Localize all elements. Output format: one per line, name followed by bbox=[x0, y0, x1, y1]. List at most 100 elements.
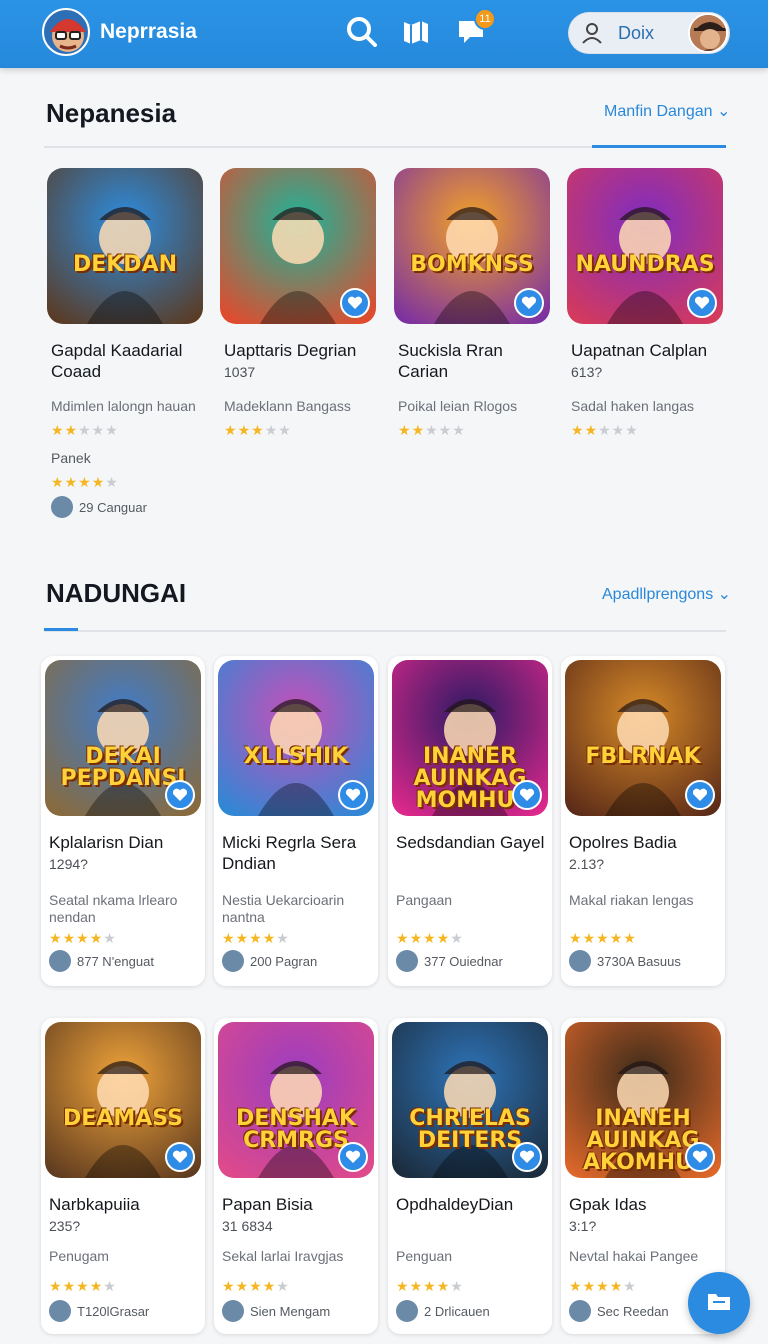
star-rating: ★★★★★ bbox=[396, 930, 464, 946]
game-description: Nestia Uekarcioarin nantna bbox=[222, 892, 345, 925]
star-rating: ★★★★★ bbox=[49, 930, 117, 946]
game-art-title: DEKDAN bbox=[72, 252, 178, 277]
game-card[interactable]: FBLRNAK Opolres Badia 2.13? Makal riakan le… bbox=[561, 656, 725, 986]
game-card[interactable]: CHRIELAS DEITERS OpdhaldeyDian Penguan ★★★★… bbox=[388, 1018, 552, 1334]
user-icon bbox=[580, 21, 604, 50]
game-thumbnail[interactable]: DENSHAK CRMRGS bbox=[218, 1022, 374, 1178]
game-thumbnail[interactable]: BOMKNSS bbox=[394, 168, 550, 324]
footer-text: 2 Drlicauen bbox=[424, 1303, 490, 1319]
footer-text: 377 Ouiednar bbox=[424, 953, 503, 969]
user-menu[interactable]: Doix bbox=[568, 12, 730, 54]
footer-text: Sien Mengam bbox=[250, 1303, 331, 1319]
section-tab-indicator bbox=[44, 628, 78, 631]
game-description: Madeklann Bangass bbox=[224, 398, 351, 414]
game-title: Opolres Badia bbox=[569, 833, 677, 852]
map-icon[interactable] bbox=[398, 14, 434, 50]
star-rating: ★★★★★ bbox=[51, 422, 119, 438]
app-logo[interactable] bbox=[42, 8, 90, 56]
folder-fab-button[interactable] bbox=[688, 1272, 750, 1334]
author-avatar bbox=[51, 496, 73, 518]
author-avatar bbox=[222, 1300, 244, 1322]
favorite-heart-icon[interactable] bbox=[512, 780, 542, 810]
game-count: 31 6834 bbox=[222, 1218, 273, 1234]
game-count: 3:1? bbox=[569, 1218, 597, 1234]
game-count: 235? bbox=[49, 1218, 81, 1234]
card-footer: 3730A Basuus bbox=[569, 950, 681, 972]
game-title: Gapdal Kaadarial Coaad bbox=[51, 341, 183, 381]
author-avatar bbox=[396, 950, 418, 972]
game-thumbnail[interactable]: DEAMASS bbox=[45, 1022, 201, 1178]
author-avatar bbox=[222, 950, 244, 972]
star-rating: ★★★★★ bbox=[51, 474, 119, 490]
chat-icon[interactable]: 11 bbox=[454, 8, 496, 50]
game-description: Makal riakan lengas bbox=[569, 892, 694, 908]
game-thumbnail[interactable]: CHRIELAS DEITERS bbox=[392, 1022, 548, 1178]
game-thumbnail[interactable]: DEKAI PEPDANSI bbox=[45, 660, 201, 816]
section-filter-link[interactable]: Apadllprengons ⌄ bbox=[602, 584, 731, 604]
game-description: Seatal nkama lrlearo nendan bbox=[49, 892, 178, 925]
game-card[interactable]: DEAMASS Narbkapuiia 235? Penugam ★★★★★ T120lG… bbox=[41, 1018, 205, 1334]
game-card[interactable]: DEKAI PEPDANSI Kplalarisn Dian 1294? Seatal… bbox=[41, 656, 205, 986]
game-thumbnail[interactable]: FBLRNAK bbox=[565, 660, 721, 816]
search-icon[interactable] bbox=[344, 14, 380, 50]
game-title: Uapatnan Calplan bbox=[571, 341, 708, 360]
favorite-heart-icon[interactable] bbox=[512, 1142, 542, 1172]
game-thumbnail[interactable]: INANEH AUINKAG AKOMHU! bbox=[565, 1022, 721, 1178]
game-card[interactable]: INANER AUINKAG MOMHU! Sedsdandian Gayel Pa… bbox=[388, 656, 552, 986]
favorite-heart-icon[interactable] bbox=[340, 288, 370, 318]
author-avatar bbox=[49, 950, 71, 972]
game-thumbnail[interactable]: INANER AUINKAG MOMHU! bbox=[392, 660, 548, 816]
game-art bbox=[87, 207, 163, 324]
favorite-heart-icon[interactable] bbox=[338, 780, 368, 810]
section-filter-link[interactable]: Manfin Dangan ⌄ bbox=[604, 101, 730, 121]
footer-text: T120lGrasar bbox=[77, 1303, 150, 1319]
game-title: Sedsdandian Gayel bbox=[396, 833, 545, 852]
notification-badge: 11 bbox=[474, 8, 496, 30]
footer-text: 29 Canguar bbox=[79, 499, 147, 515]
star-rating: ★★★★★ bbox=[224, 422, 292, 438]
game-title: Papan Bisia bbox=[222, 1195, 313, 1214]
app-title: Neprrasia bbox=[100, 20, 197, 43]
game-title: Uapttaris Degrian bbox=[224, 341, 357, 360]
card-footer: 2 Drlicauen bbox=[396, 1300, 490, 1322]
favorite-heart-icon[interactable] bbox=[165, 1142, 195, 1172]
card-footer: Sien Mengam bbox=[222, 1300, 330, 1322]
game-card[interactable]: XLLSHIK Micki Regrla Sera Dndian Nestia Ue… bbox=[214, 656, 378, 986]
game-thumbnail[interactable]: XLLSHIK bbox=[218, 660, 374, 816]
user-avatar[interactable] bbox=[688, 13, 728, 53]
footer-text: Sec Reedan bbox=[597, 1303, 669, 1319]
card-footer: T120lGrasar bbox=[49, 1300, 149, 1322]
author-avatar bbox=[49, 1300, 71, 1322]
footer-text: 877 N'enguat bbox=[77, 953, 154, 969]
favorite-heart-icon[interactable] bbox=[685, 1142, 715, 1172]
game-card[interactable]: NAUNDRAS Uapatnan Calplan 613? Sadal haken … bbox=[563, 164, 727, 524]
card-footer: 877 N'enguat bbox=[49, 950, 154, 972]
favorite-heart-icon[interactable] bbox=[687, 288, 717, 318]
favorite-heart-icon[interactable] bbox=[685, 780, 715, 810]
game-count: 2.13? bbox=[569, 856, 605, 872]
game-thumbnail[interactable] bbox=[220, 168, 376, 324]
star-rating: ★★★★★ bbox=[396, 1278, 464, 1294]
game-card[interactable]: Uapttaris Degrian 1037 Madeklann Bangass ★★… bbox=[216, 164, 380, 524]
game-thumbnail[interactable]: NAUNDRAS bbox=[567, 168, 723, 324]
divider bbox=[44, 630, 726, 632]
favorite-heart-icon[interactable] bbox=[165, 780, 195, 810]
game-count: 613? bbox=[571, 364, 603, 380]
game-art-title: FBLRNAK bbox=[585, 744, 701, 769]
game-card[interactable]: BOMKNSS Suckisla Rran Carian Poikal leian … bbox=[390, 164, 554, 524]
star-rating: ★★★★★ bbox=[569, 930, 637, 946]
footer-text: 3730A Basuus bbox=[597, 953, 681, 969]
game-thumbnail[interactable]: DEKDAN bbox=[47, 168, 203, 324]
game-art-title: BOMKNSS bbox=[410, 252, 534, 277]
section-title: Nepanesia bbox=[46, 98, 177, 128]
star-rating: ★★★★★ bbox=[398, 422, 466, 438]
footer-text: 200 Pagran bbox=[250, 953, 318, 969]
star-rating: ★★★★★ bbox=[569, 1278, 637, 1294]
favorite-heart-icon[interactable] bbox=[338, 1142, 368, 1172]
game-card[interactable]: DEKDAN Gapdal Kaadarial Coaad Mdimlen lalo… bbox=[43, 164, 207, 524]
favorite-heart-icon[interactable] bbox=[514, 288, 544, 318]
game-description: Penguan bbox=[396, 1248, 453, 1264]
game-description: Pangaan bbox=[396, 892, 453, 908]
game-title: Suckisla Rran Carian bbox=[398, 341, 503, 381]
game-card[interactable]: DENSHAK CRMRGS Papan Bisia 31 6834 Sekal la… bbox=[214, 1018, 378, 1334]
